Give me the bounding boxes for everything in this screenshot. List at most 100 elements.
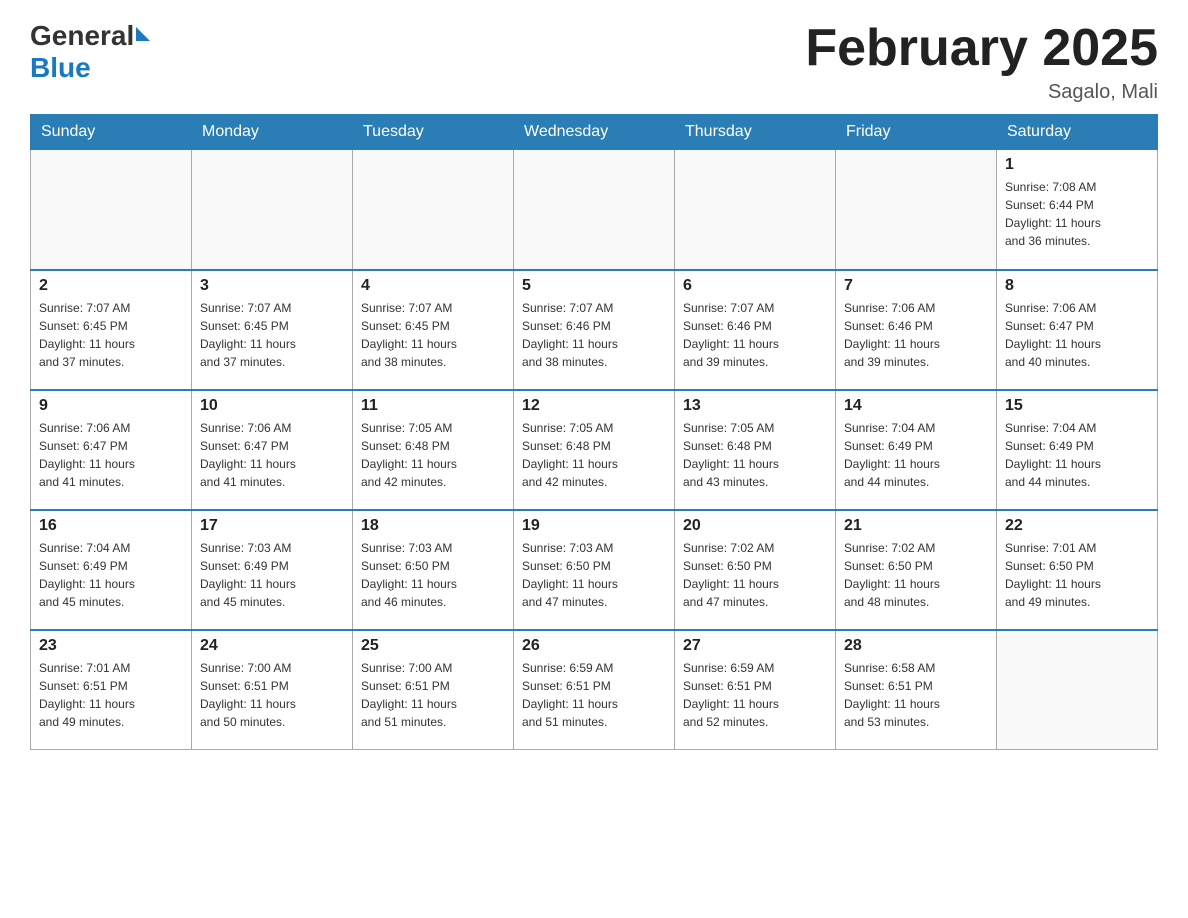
day-number: 1 [1005, 156, 1149, 174]
day-number: 12 [522, 397, 666, 415]
day-info: Sunrise: 7:06 AM Sunset: 6:47 PM Dayligh… [200, 419, 344, 491]
calendar-week-row: 9 Sunrise: 7:06 AM Sunset: 6:47 PM Daylig… [31, 390, 1158, 510]
day-info: Sunrise: 7:08 AM Sunset: 6:44 PM Dayligh… [1005, 178, 1149, 250]
calendar-cell: 2 Sunrise: 7:07 AM Sunset: 6:45 PM Daylig… [31, 270, 192, 390]
day-info: Sunrise: 7:00 AM Sunset: 6:51 PM Dayligh… [200, 659, 344, 731]
day-number: 17 [200, 517, 344, 535]
page-header: General Blue February 2025 Sagalo, Mali [30, 20, 1158, 104]
calendar-cell: 8 Sunrise: 7:06 AM Sunset: 6:47 PM Daylig… [997, 270, 1158, 390]
day-info: Sunrise: 7:05 AM Sunset: 6:48 PM Dayligh… [683, 419, 827, 491]
day-number: 13 [683, 397, 827, 415]
day-info: Sunrise: 6:58 AM Sunset: 6:51 PM Dayligh… [844, 659, 988, 731]
calendar-table: SundayMondayTuesdayWednesdayThursdayFrid… [30, 114, 1158, 750]
day-info: Sunrise: 7:07 AM Sunset: 6:46 PM Dayligh… [522, 299, 666, 371]
logo-general-text: General [30, 20, 134, 52]
calendar-cell [31, 150, 192, 270]
weekday-header-saturday: Saturday [997, 115, 1158, 150]
calendar-week-row: 1 Sunrise: 7:08 AM Sunset: 6:44 PM Daylig… [31, 150, 1158, 270]
calendar-cell: 12 Sunrise: 7:05 AM Sunset: 6:48 PM Dayli… [514, 390, 675, 510]
calendar-cell: 28 Sunrise: 6:58 AM Sunset: 6:51 PM Dayli… [836, 630, 997, 750]
day-info: Sunrise: 7:02 AM Sunset: 6:50 PM Dayligh… [844, 539, 988, 611]
day-number: 11 [361, 397, 505, 415]
calendar-cell: 16Sunrise: 7:04 AM Sunset: 6:49 PM Dayli… [31, 510, 192, 630]
day-number: 8 [1005, 277, 1149, 295]
day-info: Sunrise: 7:01 AM Sunset: 6:50 PM Dayligh… [1005, 539, 1149, 611]
day-number: 19 [522, 517, 666, 535]
day-info: Sunrise: 6:59 AM Sunset: 6:51 PM Dayligh… [683, 659, 827, 731]
calendar-cell: 10 Sunrise: 7:06 AM Sunset: 6:47 PM Dayli… [192, 390, 353, 510]
day-number: 25 [361, 637, 505, 655]
calendar-week-row: 23 Sunrise: 7:01 AM Sunset: 6:51 PM Dayli… [31, 630, 1158, 750]
calendar-cell [514, 150, 675, 270]
calendar-cell: 24 Sunrise: 7:00 AM Sunset: 6:51 PM Dayli… [192, 630, 353, 750]
day-info: Sunrise: 7:05 AM Sunset: 6:48 PM Dayligh… [522, 419, 666, 491]
title-section: February 2025 Sagalo, Mali [805, 20, 1158, 104]
day-number: 23 [39, 637, 183, 655]
calendar-cell: 22 Sunrise: 7:01 AM Sunset: 6:50 PM Dayli… [997, 510, 1158, 630]
day-number: 3 [200, 277, 344, 295]
calendar-cell: 14 Sunrise: 7:04 AM Sunset: 6:49 PM Dayli… [836, 390, 997, 510]
calendar-cell [997, 630, 1158, 750]
day-number: 2 [39, 277, 183, 295]
day-number: 9 [39, 397, 183, 415]
day-info: Sunrise: 7:07 AM Sunset: 6:46 PM Dayligh… [683, 299, 827, 371]
calendar-cell: 19Sunrise: 7:03 AM Sunset: 6:50 PM Dayli… [514, 510, 675, 630]
calendar-cell: 5 Sunrise: 7:07 AM Sunset: 6:46 PM Daylig… [514, 270, 675, 390]
day-info: Sunrise: 7:03 AM Sunset: 6:49 PM Dayligh… [200, 539, 344, 611]
day-number: 14 [844, 397, 988, 415]
calendar-week-row: 2 Sunrise: 7:07 AM Sunset: 6:45 PM Daylig… [31, 270, 1158, 390]
calendar-cell: 18Sunrise: 7:03 AM Sunset: 6:50 PM Dayli… [353, 510, 514, 630]
day-info: Sunrise: 7:07 AM Sunset: 6:45 PM Dayligh… [200, 299, 344, 371]
day-number: 4 [361, 277, 505, 295]
location-subtitle: Sagalo, Mali [805, 81, 1158, 104]
calendar-cell [192, 150, 353, 270]
day-info: Sunrise: 7:00 AM Sunset: 6:51 PM Dayligh… [361, 659, 505, 731]
calendar-cell: 3 Sunrise: 7:07 AM Sunset: 6:45 PM Daylig… [192, 270, 353, 390]
day-number: 16 [39, 517, 183, 535]
day-info: Sunrise: 7:02 AM Sunset: 6:50 PM Dayligh… [683, 539, 827, 611]
weekday-header-friday: Friday [836, 115, 997, 150]
day-number: 24 [200, 637, 344, 655]
day-info: Sunrise: 7:06 AM Sunset: 6:47 PM Dayligh… [39, 419, 183, 491]
day-number: 28 [844, 637, 988, 655]
day-info: Sunrise: 7:01 AM Sunset: 6:51 PM Dayligh… [39, 659, 183, 731]
day-info: Sunrise: 7:04 AM Sunset: 6:49 PM Dayligh… [1005, 419, 1149, 491]
weekday-header-wednesday: Wednesday [514, 115, 675, 150]
calendar-week-row: 16Sunrise: 7:04 AM Sunset: 6:49 PM Dayli… [31, 510, 1158, 630]
day-number: 22 [1005, 517, 1149, 535]
day-number: 10 [200, 397, 344, 415]
logo: General Blue [30, 20, 150, 84]
day-number: 18 [361, 517, 505, 535]
calendar-cell: 11 Sunrise: 7:05 AM Sunset: 6:48 PM Dayli… [353, 390, 514, 510]
day-info: Sunrise: 6:59 AM Sunset: 6:51 PM Dayligh… [522, 659, 666, 731]
calendar-cell: 7Sunrise: 7:06 AM Sunset: 6:46 PM Daylig… [836, 270, 997, 390]
calendar-cell [836, 150, 997, 270]
calendar-cell: 21 Sunrise: 7:02 AM Sunset: 6:50 PM Dayli… [836, 510, 997, 630]
calendar-cell: 4 Sunrise: 7:07 AM Sunset: 6:45 PM Daylig… [353, 270, 514, 390]
day-info: Sunrise: 7:04 AM Sunset: 6:49 PM Dayligh… [844, 419, 988, 491]
weekday-header-tuesday: Tuesday [353, 115, 514, 150]
calendar-cell: 1 Sunrise: 7:08 AM Sunset: 6:44 PM Daylig… [997, 150, 1158, 270]
day-info: Sunrise: 7:07 AM Sunset: 6:45 PM Dayligh… [39, 299, 183, 371]
day-number: 21 [844, 517, 988, 535]
weekday-header-row: SundayMondayTuesdayWednesdayThursdayFrid… [31, 115, 1158, 150]
day-info: Sunrise: 7:07 AM Sunset: 6:45 PM Dayligh… [361, 299, 505, 371]
day-info: Sunrise: 7:05 AM Sunset: 6:48 PM Dayligh… [361, 419, 505, 491]
day-info: Sunrise: 7:06 AM Sunset: 6:47 PM Dayligh… [1005, 299, 1149, 371]
calendar-cell: 20Sunrise: 7:02 AM Sunset: 6:50 PM Dayli… [675, 510, 836, 630]
day-number: 6 [683, 277, 827, 295]
day-number: 26 [522, 637, 666, 655]
day-info: Sunrise: 7:06 AM Sunset: 6:46 PM Dayligh… [844, 299, 988, 371]
calendar-cell: 26 Sunrise: 6:59 AM Sunset: 6:51 PM Dayli… [514, 630, 675, 750]
calendar-cell: 6 Sunrise: 7:07 AM Sunset: 6:46 PM Daylig… [675, 270, 836, 390]
calendar-cell: 9 Sunrise: 7:06 AM Sunset: 6:47 PM Daylig… [31, 390, 192, 510]
calendar-cell: 27Sunrise: 6:59 AM Sunset: 6:51 PM Dayli… [675, 630, 836, 750]
calendar-cell: 25 Sunrise: 7:00 AM Sunset: 6:51 PM Dayli… [353, 630, 514, 750]
calendar-cell: 15 Sunrise: 7:04 AM Sunset: 6:49 PM Dayli… [997, 390, 1158, 510]
calendar-cell [353, 150, 514, 270]
logo-arrow-icon [136, 27, 150, 41]
weekday-header-monday: Monday [192, 115, 353, 150]
calendar-cell: 23 Sunrise: 7:01 AM Sunset: 6:51 PM Dayli… [31, 630, 192, 750]
day-number: 5 [522, 277, 666, 295]
day-number: 15 [1005, 397, 1149, 415]
